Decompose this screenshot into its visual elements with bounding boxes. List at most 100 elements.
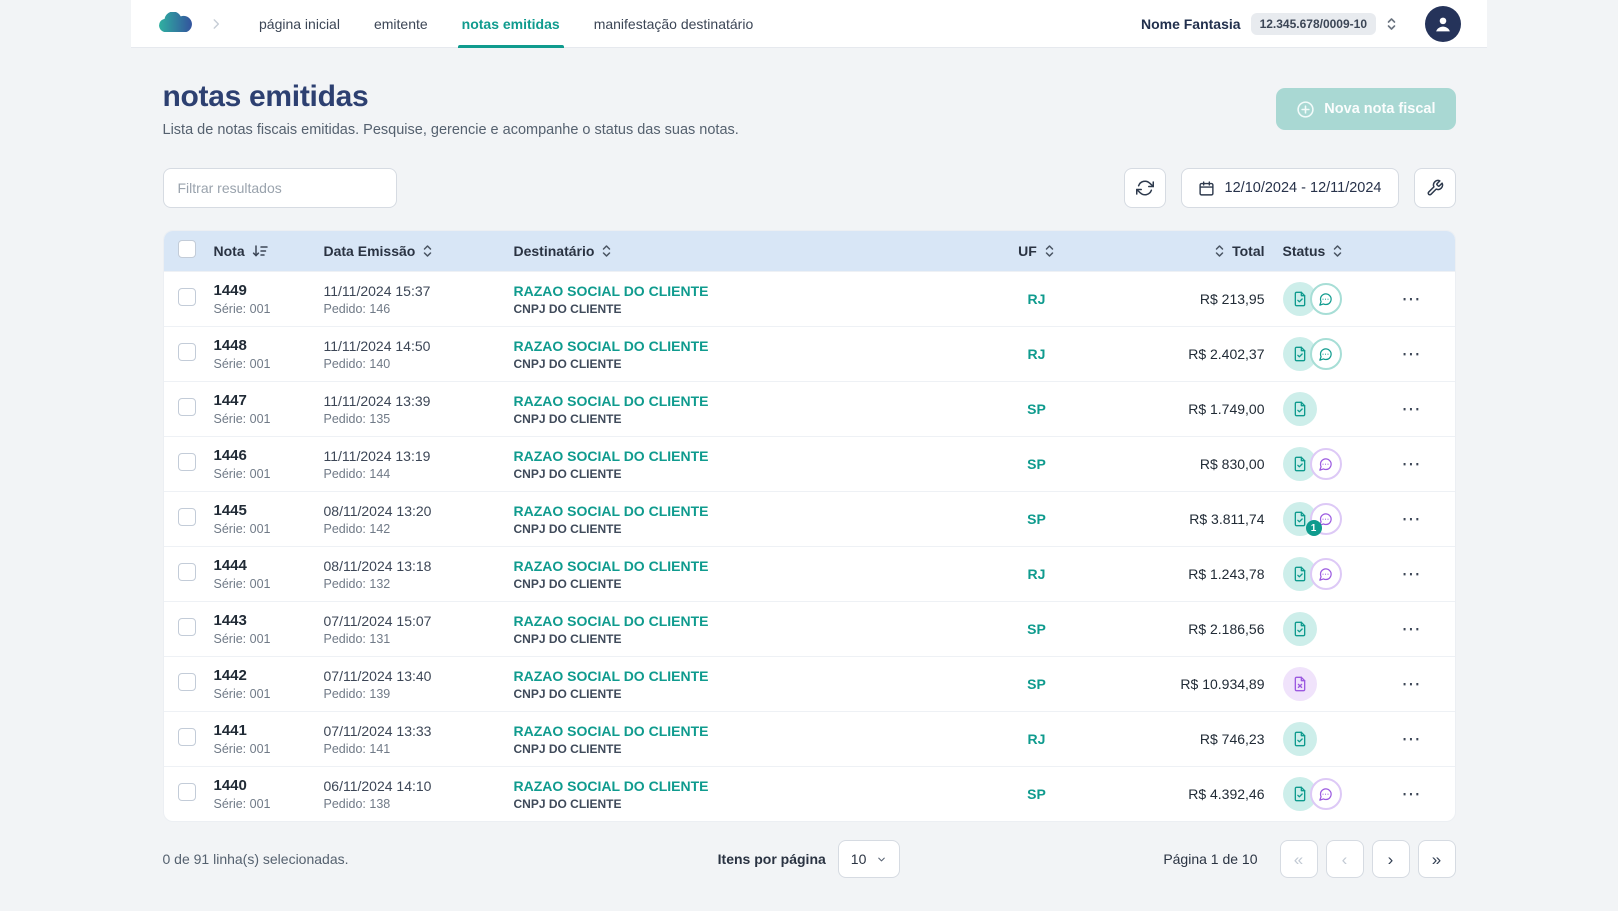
row-actions-button[interactable]: ⋯ (1396, 339, 1428, 370)
column-header-destinatario[interactable]: Destinatário (514, 243, 997, 259)
nav-item-manifestação-destinatário[interactable]: manifestação destinatário (580, 0, 768, 48)
nav-item-notas-emitidas[interactable]: notas emitidas (448, 0, 574, 48)
uf-value: SP (997, 786, 1077, 802)
message-icon[interactable] (1310, 448, 1342, 480)
order-number: Pedido: 135 (324, 412, 514, 426)
nav-item-página-inicial[interactable]: página inicial (245, 0, 354, 48)
row-actions-button[interactable]: ⋯ (1396, 284, 1428, 315)
recipient-link[interactable]: RAZAO SOCIAL DO CLIENTE (514, 613, 997, 629)
issue-date: 06/11/2024 14:10 (324, 778, 514, 794)
table-row: 1449 Série: 001 11/11/2024 15:37 Pedido:… (164, 271, 1455, 326)
total-value: R$ 3.811,74 (1077, 511, 1265, 527)
uf-value: SP (997, 401, 1077, 417)
new-invoice-button[interactable]: Nova nota fiscal (1276, 88, 1455, 130)
app-logo[interactable] (157, 12, 195, 35)
order-number: Pedido: 140 (324, 357, 514, 371)
column-header-uf[interactable]: UF (997, 243, 1077, 259)
recipient-link[interactable]: RAZAO SOCIAL DO CLIENTE (514, 558, 997, 574)
user-avatar[interactable] (1425, 6, 1461, 42)
message-icon[interactable] (1310, 283, 1342, 315)
recipient-cnpj: CNPJ DO CLIENTE (514, 687, 997, 701)
refresh-button[interactable] (1124, 168, 1166, 208)
recipient-link[interactable]: RAZAO SOCIAL DO CLIENTE (514, 778, 997, 794)
uf-value: SP (997, 676, 1077, 692)
issue-date: 11/11/2024 13:19 (324, 448, 514, 464)
recipient-link[interactable]: RAZAO SOCIAL DO CLIENTE (514, 723, 997, 739)
selection-count: 0 de 91 linha(s) selecionadas. (163, 851, 718, 867)
invoice-authorized-icon[interactable] (1283, 392, 1317, 426)
pagination-first-button[interactable]: « (1280, 840, 1318, 878)
recipient-link[interactable]: RAZAO SOCIAL DO CLIENTE (514, 668, 997, 684)
pagination-prev-button[interactable]: ‹ (1326, 840, 1364, 878)
column-header-data-emissao[interactable]: Data Emissão (324, 243, 514, 259)
row-actions-button[interactable]: ⋯ (1396, 724, 1428, 755)
row-checkbox[interactable] (178, 398, 196, 416)
invoice-authorized-icon[interactable] (1283, 612, 1317, 646)
items-per-page-select[interactable]: 10 (838, 840, 901, 878)
total-value: R$ 746,23 (1077, 731, 1265, 747)
row-actions-button[interactable]: ⋯ (1396, 614, 1428, 645)
row-actions-button[interactable]: ⋯ (1396, 779, 1428, 810)
row-checkbox[interactable] (178, 508, 196, 526)
row-actions-button[interactable]: ⋯ (1396, 394, 1428, 425)
row-checkbox[interactable] (178, 563, 196, 581)
uf-value: SP (997, 511, 1077, 527)
table-row: 1442 Série: 001 07/11/2024 13:40 Pedido:… (164, 656, 1455, 711)
row-checkbox[interactable] (178, 673, 196, 691)
message-icon[interactable] (1310, 558, 1342, 590)
row-checkbox[interactable] (178, 728, 196, 746)
recipient-cnpj: CNPJ DO CLIENTE (514, 797, 997, 811)
nav-item-emitente[interactable]: emitente (360, 0, 442, 48)
row-actions-button[interactable]: ⋯ (1396, 559, 1428, 590)
total-value: R$ 2.186,56 (1077, 621, 1265, 637)
filter-input[interactable] (163, 168, 397, 208)
column-header-total[interactable]: Total (1077, 243, 1265, 259)
column-header-status[interactable]: Status (1265, 243, 1383, 259)
page-title: notas emitidas (163, 80, 739, 114)
total-value: R$ 10.934,89 (1077, 676, 1265, 692)
issue-date: 08/11/2024 13:18 (324, 558, 514, 574)
invoice-cancelled-icon[interactable] (1283, 667, 1317, 701)
uf-value: RJ (997, 731, 1077, 747)
recipient-link[interactable]: RAZAO SOCIAL DO CLIENTE (514, 448, 997, 464)
table-row: 1443 Série: 001 07/11/2024 15:07 Pedido:… (164, 601, 1455, 656)
message-icon[interactable] (1310, 338, 1342, 370)
select-all-checkbox[interactable] (178, 240, 196, 258)
order-number: Pedido: 142 (324, 522, 514, 536)
invoice-number: 1445 (214, 502, 324, 519)
page-info: Página 1 de 10 (1163, 851, 1257, 867)
row-checkbox[interactable] (178, 618, 196, 636)
company-switcher[interactable]: Nome Fantasia 12.345.678/0009-10 (1141, 13, 1397, 35)
tools-icon (1426, 179, 1444, 197)
row-actions-button[interactable]: ⋯ (1396, 669, 1428, 700)
message-icon[interactable] (1310, 778, 1342, 810)
invoice-series: Série: 001 (214, 302, 324, 316)
row-checkbox[interactable] (178, 288, 196, 306)
pagination-next-button[interactable]: › (1372, 840, 1410, 878)
message-icon[interactable]: 1 (1310, 503, 1342, 535)
invoice-authorized-icon[interactable] (1283, 722, 1317, 756)
row-checkbox[interactable] (178, 343, 196, 361)
row-actions-button[interactable]: ⋯ (1396, 449, 1428, 480)
table-body: 1449 Série: 001 11/11/2024 15:37 Pedido:… (164, 271, 1455, 821)
recipient-link[interactable]: RAZAO SOCIAL DO CLIENTE (514, 283, 997, 299)
invoice-series: Série: 001 (214, 577, 324, 591)
row-actions-button[interactable]: ⋯ (1396, 504, 1428, 535)
row-checkbox[interactable] (178, 783, 196, 801)
issue-date: 07/11/2024 13:40 (324, 668, 514, 684)
nav-items: página inicialemitentenotas emitidasmani… (245, 0, 767, 48)
row-checkbox[interactable] (178, 453, 196, 471)
invoice-number: 1442 (214, 667, 324, 684)
column-header-nota[interactable]: Nota (214, 243, 324, 259)
invoice-series: Série: 001 (214, 742, 324, 756)
pagination-last-button[interactable]: » (1418, 840, 1456, 878)
recipient-link[interactable]: RAZAO SOCIAL DO CLIENTE (514, 338, 997, 354)
date-range-button[interactable]: 12/10/2024 - 12/11/2024 (1181, 168, 1399, 208)
top-navigation-bar: página inicialemitentenotas emitidasmani… (0, 0, 1618, 48)
recipient-link[interactable]: RAZAO SOCIAL DO CLIENTE (514, 393, 997, 409)
table-settings-button[interactable] (1414, 168, 1456, 208)
recipient-link[interactable]: RAZAO SOCIAL DO CLIENTE (514, 503, 997, 519)
recipient-cnpj: CNPJ DO CLIENTE (514, 302, 997, 316)
order-number: Pedido: 138 (324, 797, 514, 811)
issue-date: 11/11/2024 14:50 (324, 338, 514, 354)
